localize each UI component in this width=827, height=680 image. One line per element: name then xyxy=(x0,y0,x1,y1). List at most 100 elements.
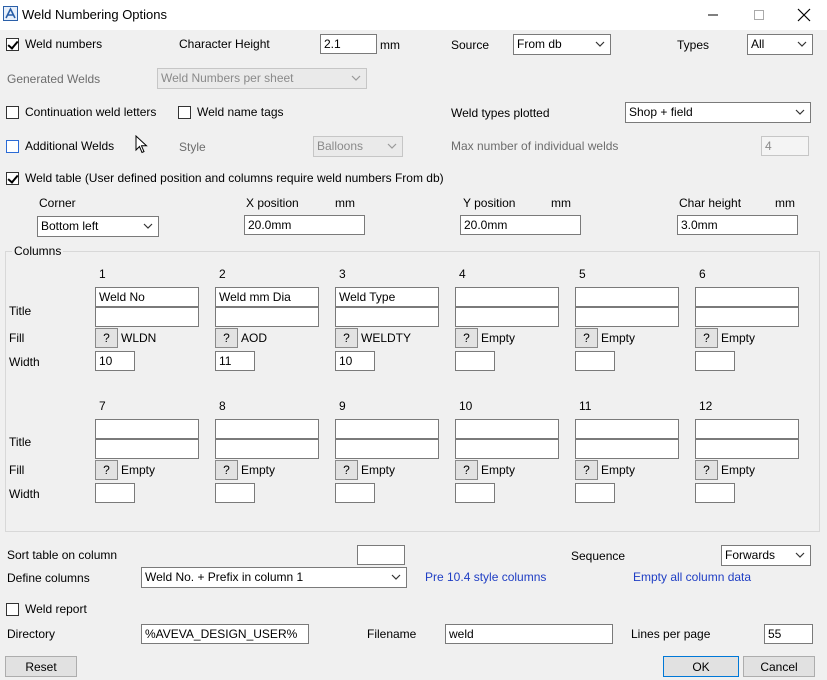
corner-select[interactable]: Bottom left xyxy=(37,216,159,237)
column-width-input[interactable] xyxy=(455,483,495,503)
fill-picker-button[interactable]: ? xyxy=(335,328,358,348)
column-title-input[interactable] xyxy=(695,287,799,307)
filename-input[interactable]: weld xyxy=(445,624,613,644)
column-title-input[interactable] xyxy=(575,419,679,439)
column-title-input[interactable] xyxy=(575,287,679,307)
width-row-label: Width xyxy=(9,355,40,369)
column-width-input[interactable]: 11 xyxy=(215,351,255,371)
fill-picker-button[interactable]: ? xyxy=(455,328,478,348)
fill-picker-button[interactable]: ? xyxy=(95,460,118,480)
column-width-input[interactable] xyxy=(95,483,135,503)
fill-picker-button[interactable]: ? xyxy=(575,460,598,480)
column-title-input[interactable] xyxy=(695,419,799,439)
column-width-input[interactable]: 10 xyxy=(335,351,375,371)
close-icon xyxy=(797,8,811,22)
directory-input[interactable]: %AVEVA_DESIGN_USER% xyxy=(141,624,309,644)
column-width-input[interactable] xyxy=(215,483,255,503)
column-title-input[interactable]: Weld mm Dia xyxy=(215,287,319,307)
fill-picker-button[interactable]: ? xyxy=(455,460,478,480)
weld-types-plotted-select[interactable]: Shop + field xyxy=(625,102,811,123)
style-select[interactable]: Balloons xyxy=(313,136,403,157)
column-title-line2-input[interactable] xyxy=(215,307,319,327)
source-value: From db xyxy=(517,37,562,51)
column-number: 6 xyxy=(699,267,706,281)
close-button[interactable] xyxy=(781,0,827,30)
column-title-line2-input[interactable] xyxy=(215,439,319,459)
column-width-input[interactable] xyxy=(695,351,735,371)
fill-picker-button[interactable]: ? xyxy=(575,328,598,348)
weld-report-checkbox[interactable] xyxy=(6,603,19,616)
directory-label: Directory xyxy=(7,627,56,641)
sequence-value: Forwards xyxy=(725,548,776,562)
column-title-line2-input[interactable] xyxy=(95,307,199,327)
column-fill-value: AOD xyxy=(241,331,268,345)
generated-welds-select[interactable]: Weld Numbers per sheet xyxy=(157,68,367,89)
column-width-input[interactable] xyxy=(575,351,615,371)
column-title-line2-input[interactable] xyxy=(575,439,679,459)
column-title-line2-input[interactable] xyxy=(455,307,559,327)
column-title-line2-input[interactable] xyxy=(335,307,439,327)
column-title-input[interactable] xyxy=(95,419,199,439)
types-select[interactable]: All xyxy=(747,34,813,55)
lines-per-page-input[interactable]: 55 xyxy=(764,624,813,644)
chevron-down-icon xyxy=(795,109,805,115)
fill-row-label: Fill xyxy=(9,463,25,477)
column-title-line2-input[interactable] xyxy=(335,439,439,459)
fill-picker-button[interactable]: ? xyxy=(95,328,118,348)
ok-button[interactable]: OK xyxy=(663,656,739,677)
fill-picker-button[interactable]: ? xyxy=(335,460,358,480)
weld-name-tags-label: Weld name tags xyxy=(197,105,284,119)
char-height-input[interactable]: 3.0mm xyxy=(677,215,798,235)
define-columns-select[interactable]: Weld No. + Prefix in column 1 xyxy=(141,567,407,588)
weld-table-checkbox[interactable] xyxy=(6,172,19,185)
sort-table-input[interactable] xyxy=(357,545,405,565)
reset-button[interactable]: Reset xyxy=(5,656,77,677)
column-title-line2-input[interactable] xyxy=(695,439,799,459)
x-position-input[interactable]: 20.0mm xyxy=(244,215,365,235)
pre-10-4-style-columns-link[interactable]: Pre 10.4 style columns xyxy=(425,570,546,584)
additional-welds-checkbox[interactable] xyxy=(6,140,19,153)
column-number: 8 xyxy=(219,399,226,413)
column-title-input[interactable] xyxy=(215,419,319,439)
fill-picker-button[interactable]: ? xyxy=(695,328,718,348)
column-number: 5 xyxy=(579,267,586,281)
column-title-input[interactable]: Weld Type xyxy=(335,287,439,307)
minimize-button[interactable] xyxy=(690,0,736,30)
column-title-input[interactable]: Weld No xyxy=(95,287,199,307)
column-title-input[interactable] xyxy=(455,287,559,307)
column-title-line2-input[interactable] xyxy=(575,307,679,327)
character-height-label: Character Height xyxy=(179,37,270,51)
fill-picker-button[interactable]: ? xyxy=(695,460,718,480)
empty-all-column-data-link[interactable]: Empty all column data xyxy=(633,570,751,584)
sequence-select[interactable]: Forwards xyxy=(721,545,811,566)
column-width-input[interactable] xyxy=(575,483,615,503)
column-width-input[interactable]: 10 xyxy=(95,351,135,371)
cancel-button[interactable]: Cancel xyxy=(743,656,815,677)
continuation-weld-letters-checkbox[interactable] xyxy=(6,106,19,119)
column-title-line2-input[interactable] xyxy=(695,307,799,327)
column-fill-value: Empty xyxy=(601,463,636,477)
x-position-label: X position xyxy=(246,196,299,210)
column-title-input[interactable] xyxy=(455,419,559,439)
weld-name-tags-checkbox[interactable] xyxy=(178,106,191,119)
column-width-input[interactable] xyxy=(695,483,735,503)
column-fill-value: Empty xyxy=(481,463,516,477)
fill-picker-button[interactable]: ? xyxy=(215,328,238,348)
weld-report-label: Weld report xyxy=(25,602,87,616)
maximize-button[interactable] xyxy=(736,0,782,30)
chevron-down-icon xyxy=(143,223,153,229)
weld-numbers-checkbox[interactable] xyxy=(6,38,19,51)
column-title-line2-input[interactable] xyxy=(455,439,559,459)
max-individual-welds-input[interactable]: 4 xyxy=(761,136,809,156)
filename-label: Filename xyxy=(367,627,417,641)
width-row-label: Width xyxy=(9,487,40,501)
column-title-input[interactable] xyxy=(335,419,439,439)
column-title-line2-input[interactable] xyxy=(95,439,199,459)
column-width-input[interactable] xyxy=(335,483,375,503)
y-position-input[interactable]: 20.0mm xyxy=(460,215,581,235)
column-width-input[interactable] xyxy=(455,351,495,371)
fill-picker-button[interactable]: ? xyxy=(215,460,238,480)
source-select[interactable]: From db xyxy=(513,34,611,55)
character-height-input[interactable]: 2.1 xyxy=(320,34,377,54)
chevron-down-icon xyxy=(595,41,605,47)
